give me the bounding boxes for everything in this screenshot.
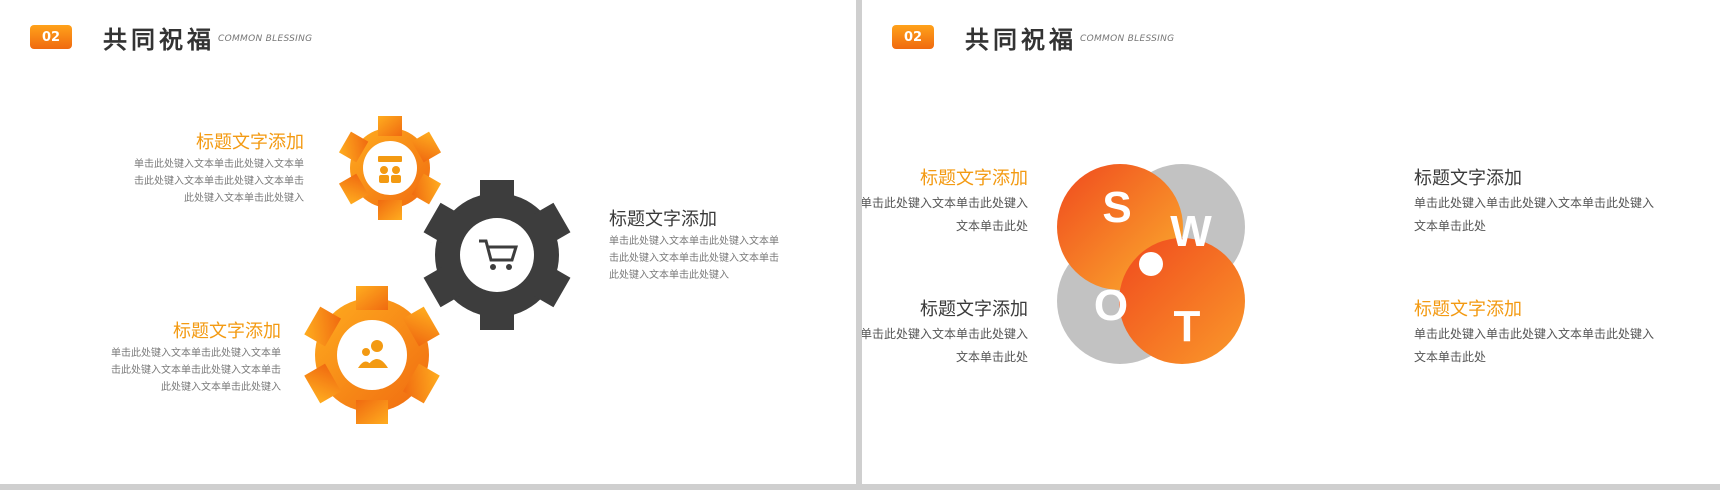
swot-diagram: S W O T: [1057, 164, 1245, 364]
gear-small-orange: [338, 116, 442, 220]
block-title: 标题文字添加: [920, 299, 1028, 320]
block-title: 标题文字添加: [609, 209, 717, 230]
gear-medium-orange: [304, 286, 440, 424]
block-body: 单击此处键入单击此处键入文本单击此处键入文本单击此处: [862, 327, 1028, 364]
block-title: 标题文字添加: [1414, 299, 1522, 320]
block-body: 单击此处键入单击此处键入文本单击此处键入文本单击此处: [1414, 327, 1655, 364]
swot-letter-t: T: [1174, 302, 1201, 351]
block-body: 单击此处键入文本单击此处键入文本单击此处键入文本单击此处键入文本单击此处键入文本…: [134, 159, 304, 204]
block-body: 单击此处键入单击此处键入文本单击此处键入文本单击此处: [862, 196, 1028, 233]
gear-large-dark: [423, 180, 571, 330]
block-body: 单击此处键入文本单击此处键入文本单击此处键入文本单击此处键入文本单击此处键入文本…: [609, 236, 779, 281]
block-body: 单击此处键入文本单击此处键入文本单击此处键入文本单击此处键入文本单击此处键入文本…: [111, 348, 281, 393]
swot-letter-s: S: [1102, 183, 1131, 232]
block-title: 标题文字添加: [920, 168, 1028, 189]
swot-letter-w: W: [1170, 207, 1212, 256]
slide-gears: 02 共同祝福 COMMON BLESSING 标题文字添加 单击此处键入文本单…: [0, 0, 856, 484]
swot-letter-o: O: [1094, 281, 1128, 330]
block-title: 标题文字添加: [173, 321, 281, 342]
block-title: 标题文字添加: [1414, 168, 1522, 189]
block-title: 标题文字添加: [196, 132, 304, 153]
slide-swot: 02 共同祝福 COMMON BLESSING S W O T 标题文字添加 单…: [862, 0, 1720, 484]
block-body: 单击此处键入单击此处键入文本单击此处键入文本单击此处: [1414, 196, 1655, 233]
